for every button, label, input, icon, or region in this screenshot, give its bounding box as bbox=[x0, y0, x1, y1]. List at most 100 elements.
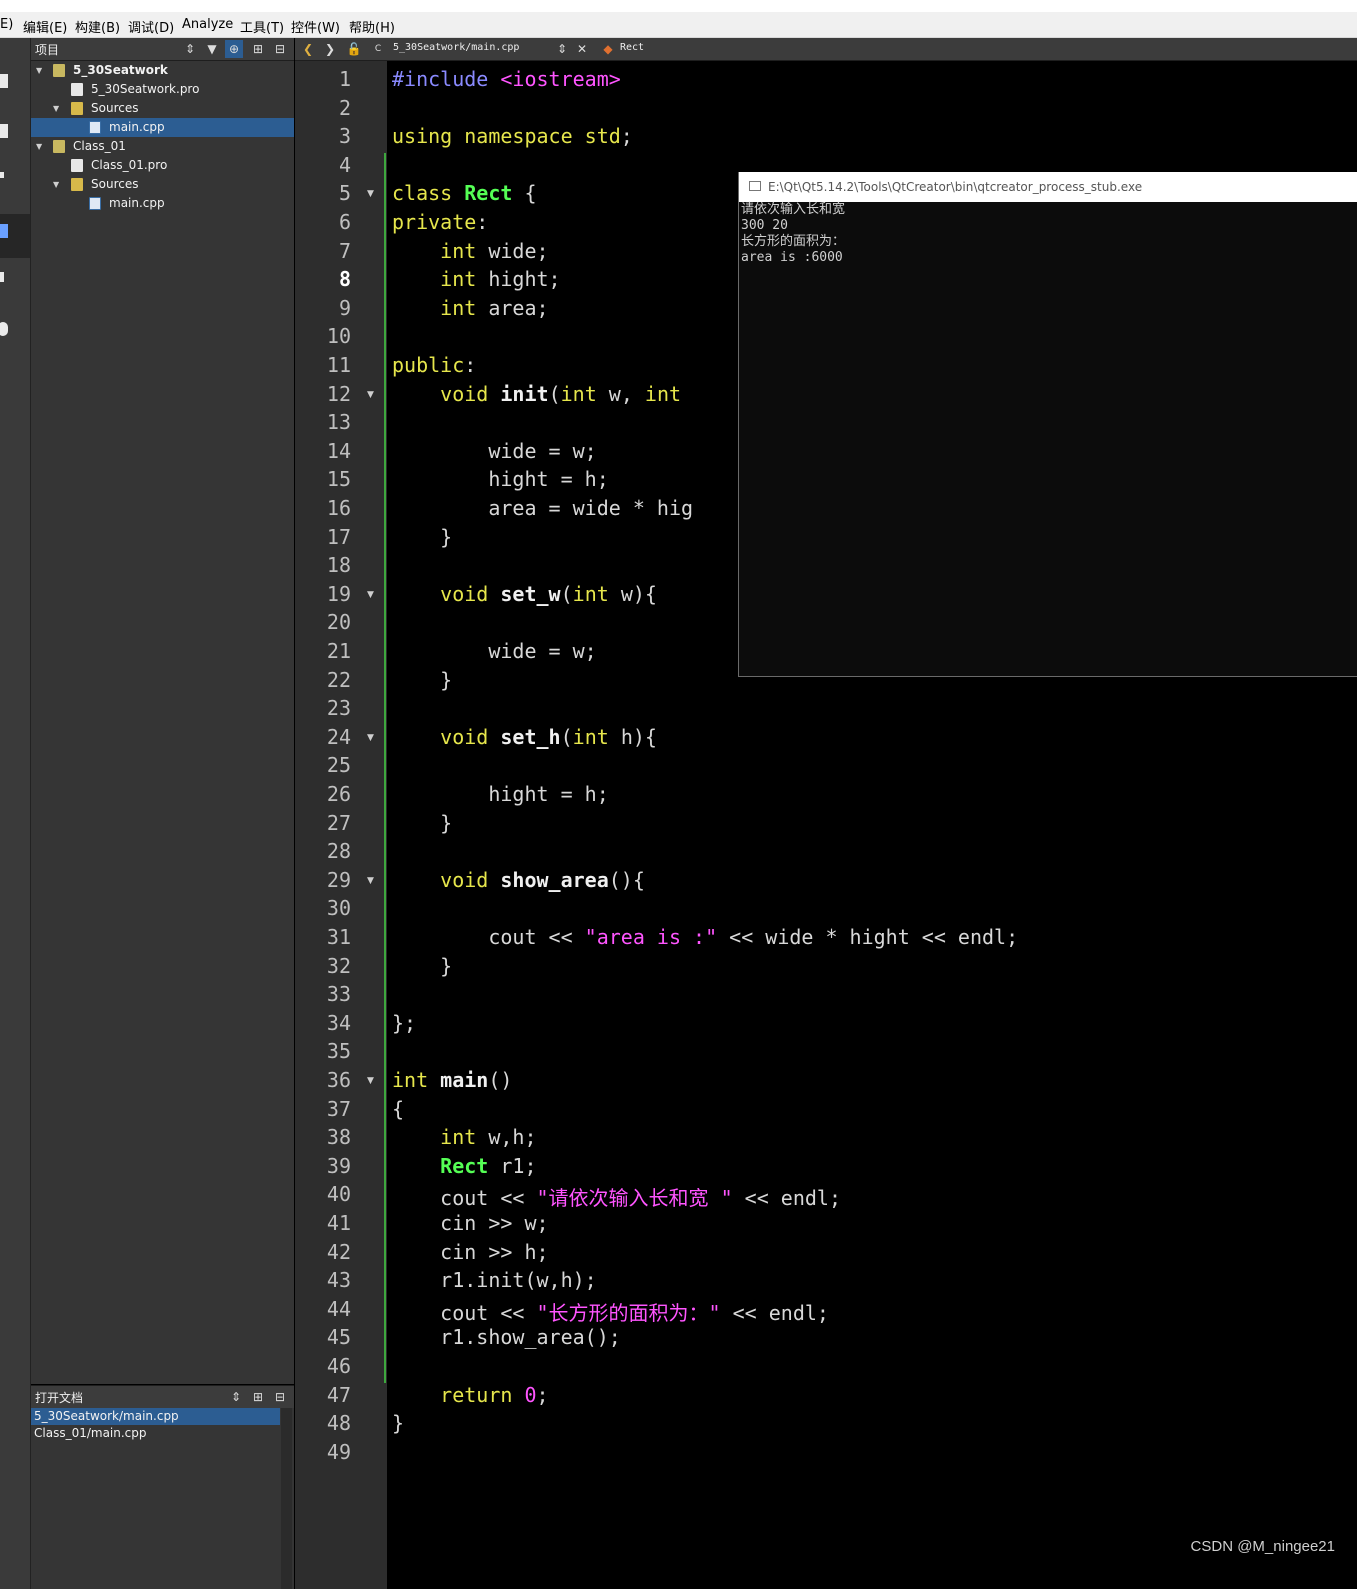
view-select-icon[interactable]: ⇕ bbox=[181, 40, 199, 58]
tree-item-pro-file[interactable]: 5_30Seatwork.pro bbox=[31, 80, 294, 99]
back-arrow-icon[interactable]: ❮ bbox=[299, 40, 317, 58]
code-token: cin >> h; bbox=[392, 1239, 549, 1264]
tree-item-main-cpp[interactable]: main.cpp bbox=[31, 118, 294, 137]
expand-arrow-icon[interactable]: ▼ bbox=[36, 61, 46, 80]
tree-item-project[interactable]: ▼ Class_01 bbox=[31, 137, 294, 156]
mode-projects[interactable] bbox=[0, 266, 30, 306]
link-icon[interactable]: ⊕ bbox=[225, 40, 243, 58]
close-panel-icon[interactable]: ⊟ bbox=[271, 1388, 289, 1406]
debug-icon bbox=[0, 224, 8, 238]
code-token: cin >> w; bbox=[392, 1211, 549, 1235]
mode-help[interactable] bbox=[0, 316, 30, 356]
expand-arrow-icon[interactable]: ▼ bbox=[53, 99, 63, 118]
code-token: r1.show_area(); bbox=[392, 1325, 621, 1350]
line-number: 32 bbox=[326, 953, 351, 978]
forward-arrow-icon[interactable]: ❯ bbox=[321, 40, 339, 58]
line-number: 43 bbox=[326, 1268, 351, 1293]
expand-arrow-icon[interactable]: ▼ bbox=[53, 175, 63, 194]
tree-item-sources-folder[interactable]: ▼ Sources bbox=[31, 175, 294, 194]
line-number: 14 bbox=[326, 438, 351, 463]
line-number: 23 bbox=[326, 696, 351, 721]
fold-arrow-icon[interactable]: ▼ bbox=[367, 1076, 374, 1086]
code-token: public bbox=[392, 353, 465, 377]
scrollbar[interactable] bbox=[281, 1408, 292, 1589]
window-title-bar bbox=[0, 0, 1357, 12]
mode-debug[interactable] bbox=[0, 214, 30, 258]
open-document-item[interactable]: Class_01/main.cpp bbox=[31, 1425, 280, 1442]
mode-design[interactable] bbox=[0, 166, 30, 206]
line-number: 10 bbox=[326, 324, 351, 349]
line-number: 36 bbox=[326, 1068, 351, 1092]
console-window[interactable]: E:\Qt\Qt5.14.2\Tools\QtCreator\bin\qtcre… bbox=[738, 172, 1357, 677]
mode-edit[interactable] bbox=[0, 118, 30, 158]
modified-lines-marker bbox=[384, 152, 386, 1383]
line-number: 24 bbox=[326, 724, 351, 749]
fold-arrow-icon[interactable]: ▼ bbox=[367, 733, 374, 743]
edit-icon bbox=[0, 124, 8, 138]
combo-arrows-icon[interactable]: ⇕ bbox=[553, 40, 571, 58]
tree-item-sources-folder[interactable]: ▼ Sources bbox=[31, 99, 294, 118]
console-title-bar[interactable]: E:\Qt\Qt5.14.2\Tools\QtCreator\bin\qtcre… bbox=[739, 172, 1357, 202]
menu-edit[interactable]: 编辑(E) bbox=[23, 17, 67, 36]
menu-file-partial[interactable]: E) bbox=[0, 17, 13, 32]
code-line: #include <iostream> bbox=[392, 67, 621, 91]
line-number: 13 bbox=[326, 410, 351, 435]
code-token: using bbox=[392, 124, 465, 149]
help-icon bbox=[0, 322, 8, 336]
line-number: 18 bbox=[326, 553, 351, 578]
code-token: r1; bbox=[488, 1153, 537, 1178]
line-number: 46 bbox=[326, 1354, 351, 1378]
open-document-item[interactable]: 5_30Seatwork/main.cpp bbox=[31, 1408, 280, 1425]
symbol-combo[interactable]: Rect bbox=[620, 42, 644, 53]
tree-item-main-cpp[interactable]: main.cpp bbox=[31, 194, 294, 213]
split-icon[interactable]: ⊞ bbox=[249, 40, 267, 58]
menu-debug[interactable]: 调试(D) bbox=[128, 17, 174, 36]
mode-welcome[interactable] bbox=[0, 68, 30, 108]
code-token: Rect bbox=[440, 1153, 489, 1178]
line-number: 5 bbox=[338, 181, 351, 206]
project-panel-title: 项目 bbox=[35, 43, 60, 57]
project-tree: ▼ 5_30Seatwork 5_30Seatwork.pro ▼ Source… bbox=[31, 61, 294, 1384]
menu-widgets[interactable]: 控件(W) bbox=[291, 17, 340, 36]
split-icon[interactable]: ⊞ bbox=[249, 1388, 267, 1406]
console-line: area is :6000 bbox=[741, 250, 843, 265]
code-token: int bbox=[440, 1125, 477, 1150]
filter-icon[interactable]: ▼ bbox=[203, 40, 221, 58]
code-line: return 0; bbox=[392, 1383, 548, 1407]
expand-arrow-icon[interactable]: ▼ bbox=[36, 137, 46, 156]
line-number: 35 bbox=[326, 1039, 351, 1064]
tree-item-project[interactable]: ▼ 5_30Seatwork bbox=[31, 61, 294, 80]
fold-arrow-icon[interactable]: ▼ bbox=[367, 390, 374, 400]
close-panel-icon[interactable]: ⊟ bbox=[271, 40, 289, 58]
menu-help[interactable]: 帮助(H) bbox=[349, 17, 395, 36]
tree-item-label: 5_30Seatwork.pro bbox=[91, 82, 200, 96]
code-token: #include bbox=[392, 67, 501, 91]
code-line: } bbox=[392, 525, 452, 549]
file-combo[interactable]: 5_30Seatwork/main.cpp bbox=[393, 42, 519, 53]
fold-arrow-icon[interactable]: ▼ bbox=[367, 590, 374, 600]
line-number: 3 bbox=[338, 124, 351, 149]
code-line: area = wide * hig bbox=[392, 496, 693, 520]
code-token: hight = h; bbox=[392, 467, 609, 492]
fold-arrow-icon[interactable]: ▼ bbox=[367, 876, 374, 886]
close-file-icon[interactable]: ✕ bbox=[573, 40, 591, 58]
console-title: E:\Qt\Qt5.14.2\Tools\QtCreator\bin\qtcre… bbox=[768, 180, 1143, 194]
menu-analyze[interactable]: Analyze bbox=[182, 17, 233, 32]
view-select-icon[interactable]: ⇕ bbox=[227, 1388, 245, 1406]
lock-icon[interactable]: 🔓 bbox=[345, 40, 363, 58]
menu-tools[interactable]: 工具(T) bbox=[240, 17, 284, 36]
code-line: void init(int w, int bbox=[392, 382, 681, 406]
code-token: h){ bbox=[608, 724, 657, 749]
line-number: 17 bbox=[326, 524, 351, 549]
code-token: (){ bbox=[608, 867, 645, 892]
code-line: public: bbox=[392, 353, 476, 377]
tree-item-pro-file[interactable]: Class_01.pro bbox=[31, 156, 294, 175]
fold-arrow-icon[interactable]: ▼ bbox=[367, 189, 374, 199]
code-token: void bbox=[440, 867, 489, 892]
line-number: 12 bbox=[326, 381, 351, 406]
menu-build[interactable]: 构建(B) bbox=[75, 17, 120, 36]
code-line: using namespace std; bbox=[392, 124, 633, 148]
